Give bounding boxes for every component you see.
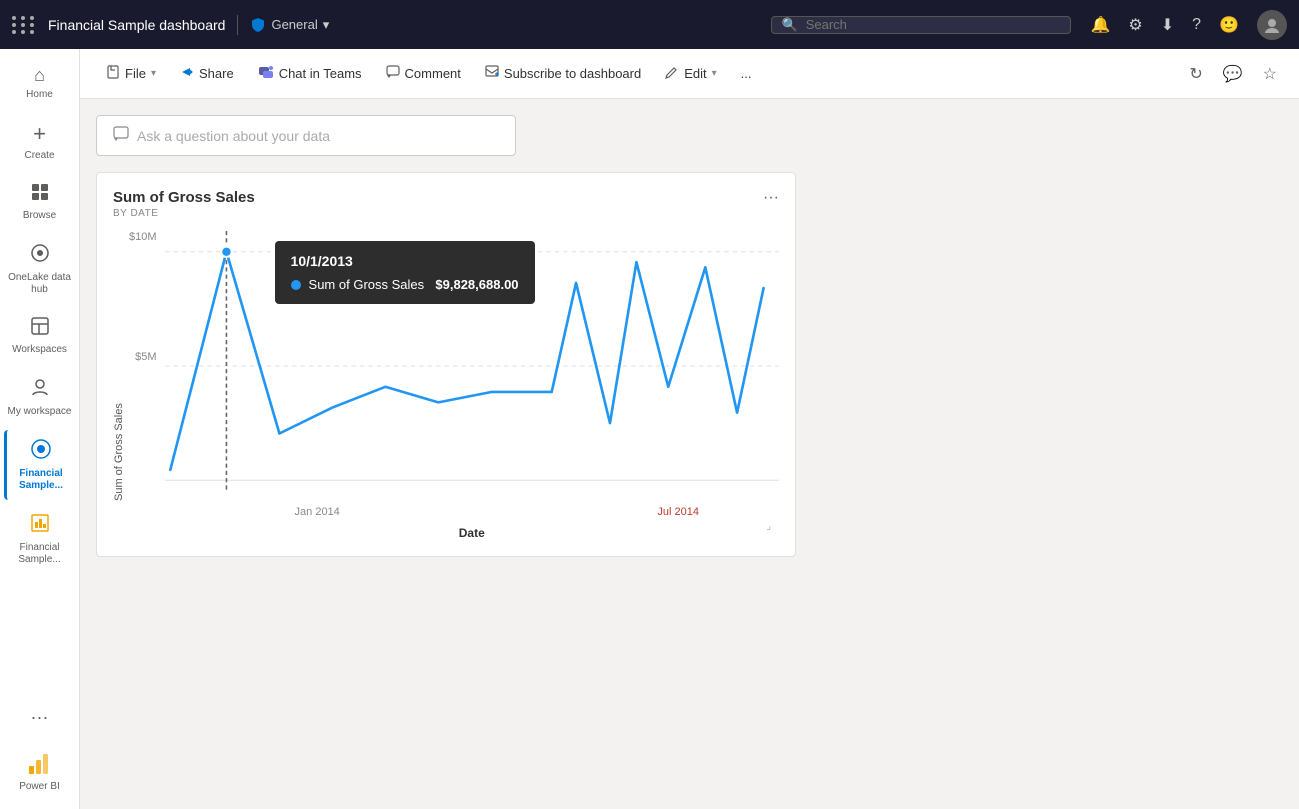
comment-button[interactable]: Comment <box>376 59 471 88</box>
sidebar-item-home[interactable]: ⌂ Home <box>4 57 76 109</box>
sidebar-item-onelake-label: OneLake data hub <box>8 272 72 296</box>
more-options-icon: ... <box>741 66 752 81</box>
chart-area: Sum of Gross Sales $10M $5M 10/1/2013 Su… <box>113 231 779 540</box>
workspace-label: General <box>271 17 317 32</box>
app-title: Financial Sample dashboard <box>48 17 225 33</box>
search-icon: 🔍 <box>782 17 798 33</box>
more-icon: ··· <box>31 707 49 728</box>
feedback-icon[interactable]: 🙂 <box>1219 15 1239 35</box>
file-label: File <box>125 66 146 81</box>
edit-chevron-icon: ▾ <box>712 68 717 79</box>
comments-icon[interactable]: 💬 <box>1217 58 1249 90</box>
create-icon: + <box>33 121 46 147</box>
chart-svg <box>165 231 779 501</box>
sidebar-item-financial-report-label: Financial Sample... <box>8 542 72 566</box>
notifications-icon[interactable]: 🔔 <box>1091 15 1111 35</box>
chat-in-teams-label: Chat in Teams <box>279 66 362 81</box>
apps-grid-icon[interactable] <box>12 16 36 34</box>
top-bar: Financial Sample dashboard General ▾ 🔍 🔔… <box>0 0 1299 49</box>
subscribe-button[interactable]: Subscribe to dashboard <box>475 59 651 88</box>
workspaces-icon <box>30 316 50 341</box>
qa-placeholder: Ask a question about your data <box>137 128 330 144</box>
edit-button[interactable]: Edit ▾ <box>655 59 726 88</box>
share-label: Share <box>199 66 234 81</box>
edit-icon <box>665 65 679 82</box>
chevron-down-icon: ▾ <box>323 17 330 33</box>
chat-in-teams-button[interactable]: Chat in Teams <box>248 58 372 89</box>
x-axis-title: Date <box>165 526 779 540</box>
sidebar-item-workspaces[interactable]: Workspaces <box>4 308 76 364</box>
file-icon <box>106 65 120 82</box>
sidebar-item-more[interactable]: ··· <box>4 699 76 736</box>
edit-label: Edit <box>684 66 706 81</box>
comment-icon <box>386 65 400 82</box>
toolbar: File ▾ Share Chat in Teams Comment Subsc… <box>80 49 1299 99</box>
avatar[interactable] <box>1257 10 1287 40</box>
title-divider <box>237 15 238 35</box>
settings-icon[interactable]: ⚙ <box>1128 15 1142 35</box>
chart-card: Sum of Gross Sales BY DATE ··· Sum of Gr… <box>96 172 796 557</box>
search-bar[interactable]: 🔍 <box>771 16 1071 34</box>
teams-icon <box>258 64 274 83</box>
share-icon <box>180 65 194 82</box>
sidebar-item-myworkspace-label: My workspace <box>8 406 72 418</box>
sidebar-item-onelake[interactable]: OneLake data hub <box>4 234 76 304</box>
sidebar-item-financial-sample[interactable]: Financial Sample... <box>4 430 76 500</box>
shield-icon <box>250 17 266 33</box>
sidebar-item-create-label: Create <box>24 150 54 162</box>
home-icon: ⌂ <box>34 65 45 86</box>
comment-label: Comment <box>405 66 461 81</box>
powerbi-label: Power BI <box>19 781 60 793</box>
qa-bar[interactable]: Ask a question about your data <box>96 115 516 156</box>
browse-icon <box>30 182 50 207</box>
sidebar-item-myworkspace[interactable]: My workspace <box>4 368 76 426</box>
sidebar-item-browse-label: Browse <box>23 210 56 222</box>
resize-handle[interactable]: ⌟ <box>766 521 771 532</box>
sidebar-item-workspaces-label: Workspaces <box>12 344 67 356</box>
qa-icon <box>113 126 129 145</box>
x-label-jan2014: Jan 2014 <box>295 506 340 518</box>
file-button[interactable]: File ▾ <box>96 59 166 88</box>
file-chevron-icon: ▾ <box>151 68 156 79</box>
sidebar-item-financial-report[interactable]: Financial Sample... <box>4 504 76 574</box>
chart-more-icon[interactable]: ··· <box>763 189 779 207</box>
help-icon[interactable]: ? <box>1192 16 1201 34</box>
y-axis: $10M $5M <box>129 231 165 531</box>
y-label-10m: $10M <box>129 231 157 243</box>
chart-plot-area: 10/1/2013 Sum of Gross Sales $9,828,688.… <box>165 231 779 540</box>
more-options-button[interactable]: ... <box>731 60 762 87</box>
top-bar-icons: 🔔 ⚙ ⬇ ? 🙂 <box>1091 10 1288 40</box>
chart-wrapper: Sum of Gross Sales $10M $5M 10/1/2013 Su… <box>113 231 779 540</box>
myworkspace-icon <box>29 376 51 403</box>
y-label-5m: $5M <box>135 351 156 363</box>
sidebar-powerbi-logo: Power BI <box>4 740 76 801</box>
sidebar-item-home-label: Home <box>26 89 53 101</box>
sidebar-item-create[interactable]: + Create <box>4 113 76 170</box>
sidebar-item-financial-sample-label: Financial Sample... <box>11 468 72 492</box>
subscribe-icon <box>485 65 499 82</box>
x-label-jul2014: Jul 2014 <box>657 506 699 518</box>
refresh-icon[interactable]: ↻ <box>1183 58 1208 90</box>
chart-title: Sum of Gross Sales <box>113 189 779 206</box>
main-content: Ask a question about your data Sum of Gr… <box>80 99 1299 809</box>
onelake-icon <box>29 242 51 269</box>
powerbi-logo-icon <box>25 748 55 778</box>
sidebar: ⌂ Home + Create Browse OneLake data hub … <box>0 49 80 809</box>
share-button[interactable]: Share <box>170 59 244 88</box>
chart-subtitle: BY DATE <box>113 208 779 219</box>
download-icon[interactable]: ⬇ <box>1161 15 1174 35</box>
financial-sample-icon <box>30 438 52 465</box>
subscribe-label: Subscribe to dashboard <box>504 66 641 81</box>
workspace-badge[interactable]: General ▾ <box>250 17 329 33</box>
sidebar-item-browse[interactable]: Browse <box>4 174 76 230</box>
y-axis-title: Sum of Gross Sales <box>113 231 125 501</box>
toolbar-right: ↻ 💬 ☆ <box>1183 58 1283 90</box>
financial-report-icon <box>29 512 51 539</box>
favorite-icon[interactable]: ☆ <box>1257 58 1283 90</box>
search-input[interactable] <box>806 17 1060 32</box>
